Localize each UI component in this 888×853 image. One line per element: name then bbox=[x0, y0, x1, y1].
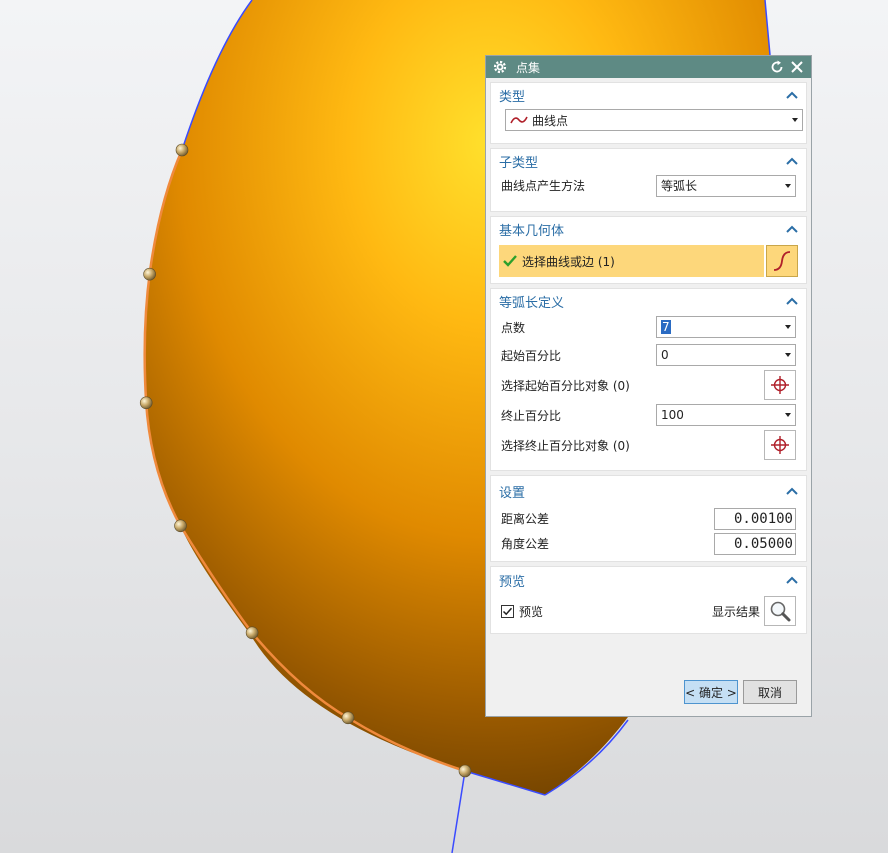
blue-edge-tail bbox=[451, 770, 466, 853]
dialog-titlebar[interactable]: 点集 bbox=[486, 56, 811, 78]
method-label: 曲线点产生方法 bbox=[501, 179, 586, 193]
reset-icon[interactable] bbox=[769, 59, 785, 75]
magnifier-icon bbox=[770, 601, 791, 622]
chevron-up-icon[interactable] bbox=[786, 91, 798, 99]
section-geometry-header[interactable]: 基本几何体 bbox=[491, 217, 806, 241]
chevron-up-icon[interactable] bbox=[786, 576, 798, 584]
section-settings: 设置 距离公差 0.00100 角度公差 0.05000 bbox=[490, 475, 807, 562]
angle-tolerance-input[interactable]: 0.05000 bbox=[714, 532, 796, 555]
cancel-button[interactable]: 取消 bbox=[743, 680, 797, 704]
curve-icon bbox=[510, 116, 528, 124]
section-type-header[interactable]: 类型 bbox=[491, 83, 806, 107]
ok-button[interactable]: < 确定 > bbox=[684, 680, 738, 704]
chevron-down-icon bbox=[785, 353, 791, 357]
points-count-dropdown[interactable]: 7 bbox=[656, 316, 796, 338]
crosshair-icon bbox=[771, 436, 789, 454]
distance-tolerance-input[interactable]: 0.00100 bbox=[714, 507, 796, 530]
chevron-down-icon bbox=[785, 325, 791, 329]
close-icon[interactable] bbox=[789, 59, 805, 75]
curve-point-4 bbox=[174, 519, 187, 533]
select-start-object-button[interactable] bbox=[764, 370, 796, 400]
curve-point-2 bbox=[143, 267, 156, 281]
type-dropdown[interactable]: 曲线点 bbox=[505, 109, 803, 131]
preview-checkbox[interactable] bbox=[501, 604, 514, 618]
curve-point-5 bbox=[245, 626, 259, 640]
chevron-up-icon[interactable] bbox=[786, 487, 798, 495]
dialog-title: 点集 bbox=[516, 60, 541, 75]
select-curve-label: 选择曲线或边 (1) bbox=[522, 254, 615, 269]
section-subtype: 子类型 曲线点产生方法 等弧长 bbox=[490, 148, 807, 212]
chevron-down-icon bbox=[785, 413, 791, 417]
chevron-up-icon[interactable] bbox=[786, 225, 798, 233]
section-arc-header[interactable]: 等弧长定义 bbox=[491, 289, 806, 313]
curve-select-button[interactable] bbox=[766, 245, 798, 277]
section-preview-header[interactable]: 预览 bbox=[491, 567, 806, 593]
chevron-up-icon[interactable] bbox=[786, 297, 798, 305]
curve-point-3 bbox=[139, 396, 153, 410]
gear-icon[interactable] bbox=[492, 59, 508, 75]
crosshair-icon bbox=[771, 376, 789, 394]
curve-point-7 bbox=[458, 764, 472, 778]
show-result-button[interactable] bbox=[764, 596, 796, 626]
curve-point-6 bbox=[341, 711, 355, 725]
show-result-label: 显示结果 bbox=[711, 604, 760, 619]
method-dropdown[interactable]: 等弧长 bbox=[656, 174, 796, 197]
chevron-up-icon[interactable] bbox=[786, 157, 798, 165]
section-arc-definition: 等弧长定义 点数 7 起始百分比 0 选择起始百分比对象 (0) 终止百分比 1… bbox=[490, 288, 807, 471]
s-curve-icon bbox=[773, 251, 791, 271]
curve-point-1 bbox=[175, 143, 189, 157]
dialog-footer: < 确定 > 取消 bbox=[486, 672, 811, 716]
select-end-object-button[interactable] bbox=[764, 430, 796, 460]
section-geometry: 基本几何体 选择曲线或边 (1) bbox=[490, 216, 807, 284]
select-curve-field[interactable]: 选择曲线或边 (1) bbox=[499, 245, 764, 277]
end-percent-dropdown[interactable]: 100 bbox=[656, 404, 796, 426]
point-set-dialog: 点集 类型 曲线点 子类型 曲线点产生方法 等弧长 基本几何体 选择曲线或边 (… bbox=[485, 55, 812, 717]
section-preview: 预览 预览 显示结果 bbox=[490, 566, 807, 634]
section-type: 类型 曲线点 bbox=[490, 82, 807, 144]
chevron-down-icon bbox=[785, 183, 791, 188]
chevron-down-icon bbox=[792, 118, 798, 122]
section-subtype-header[interactable]: 子类型 bbox=[491, 149, 806, 173]
checkmark-icon bbox=[503, 255, 517, 267]
section-settings-header[interactable]: 设置 bbox=[491, 476, 806, 506]
start-percent-dropdown[interactable]: 0 bbox=[656, 344, 796, 366]
